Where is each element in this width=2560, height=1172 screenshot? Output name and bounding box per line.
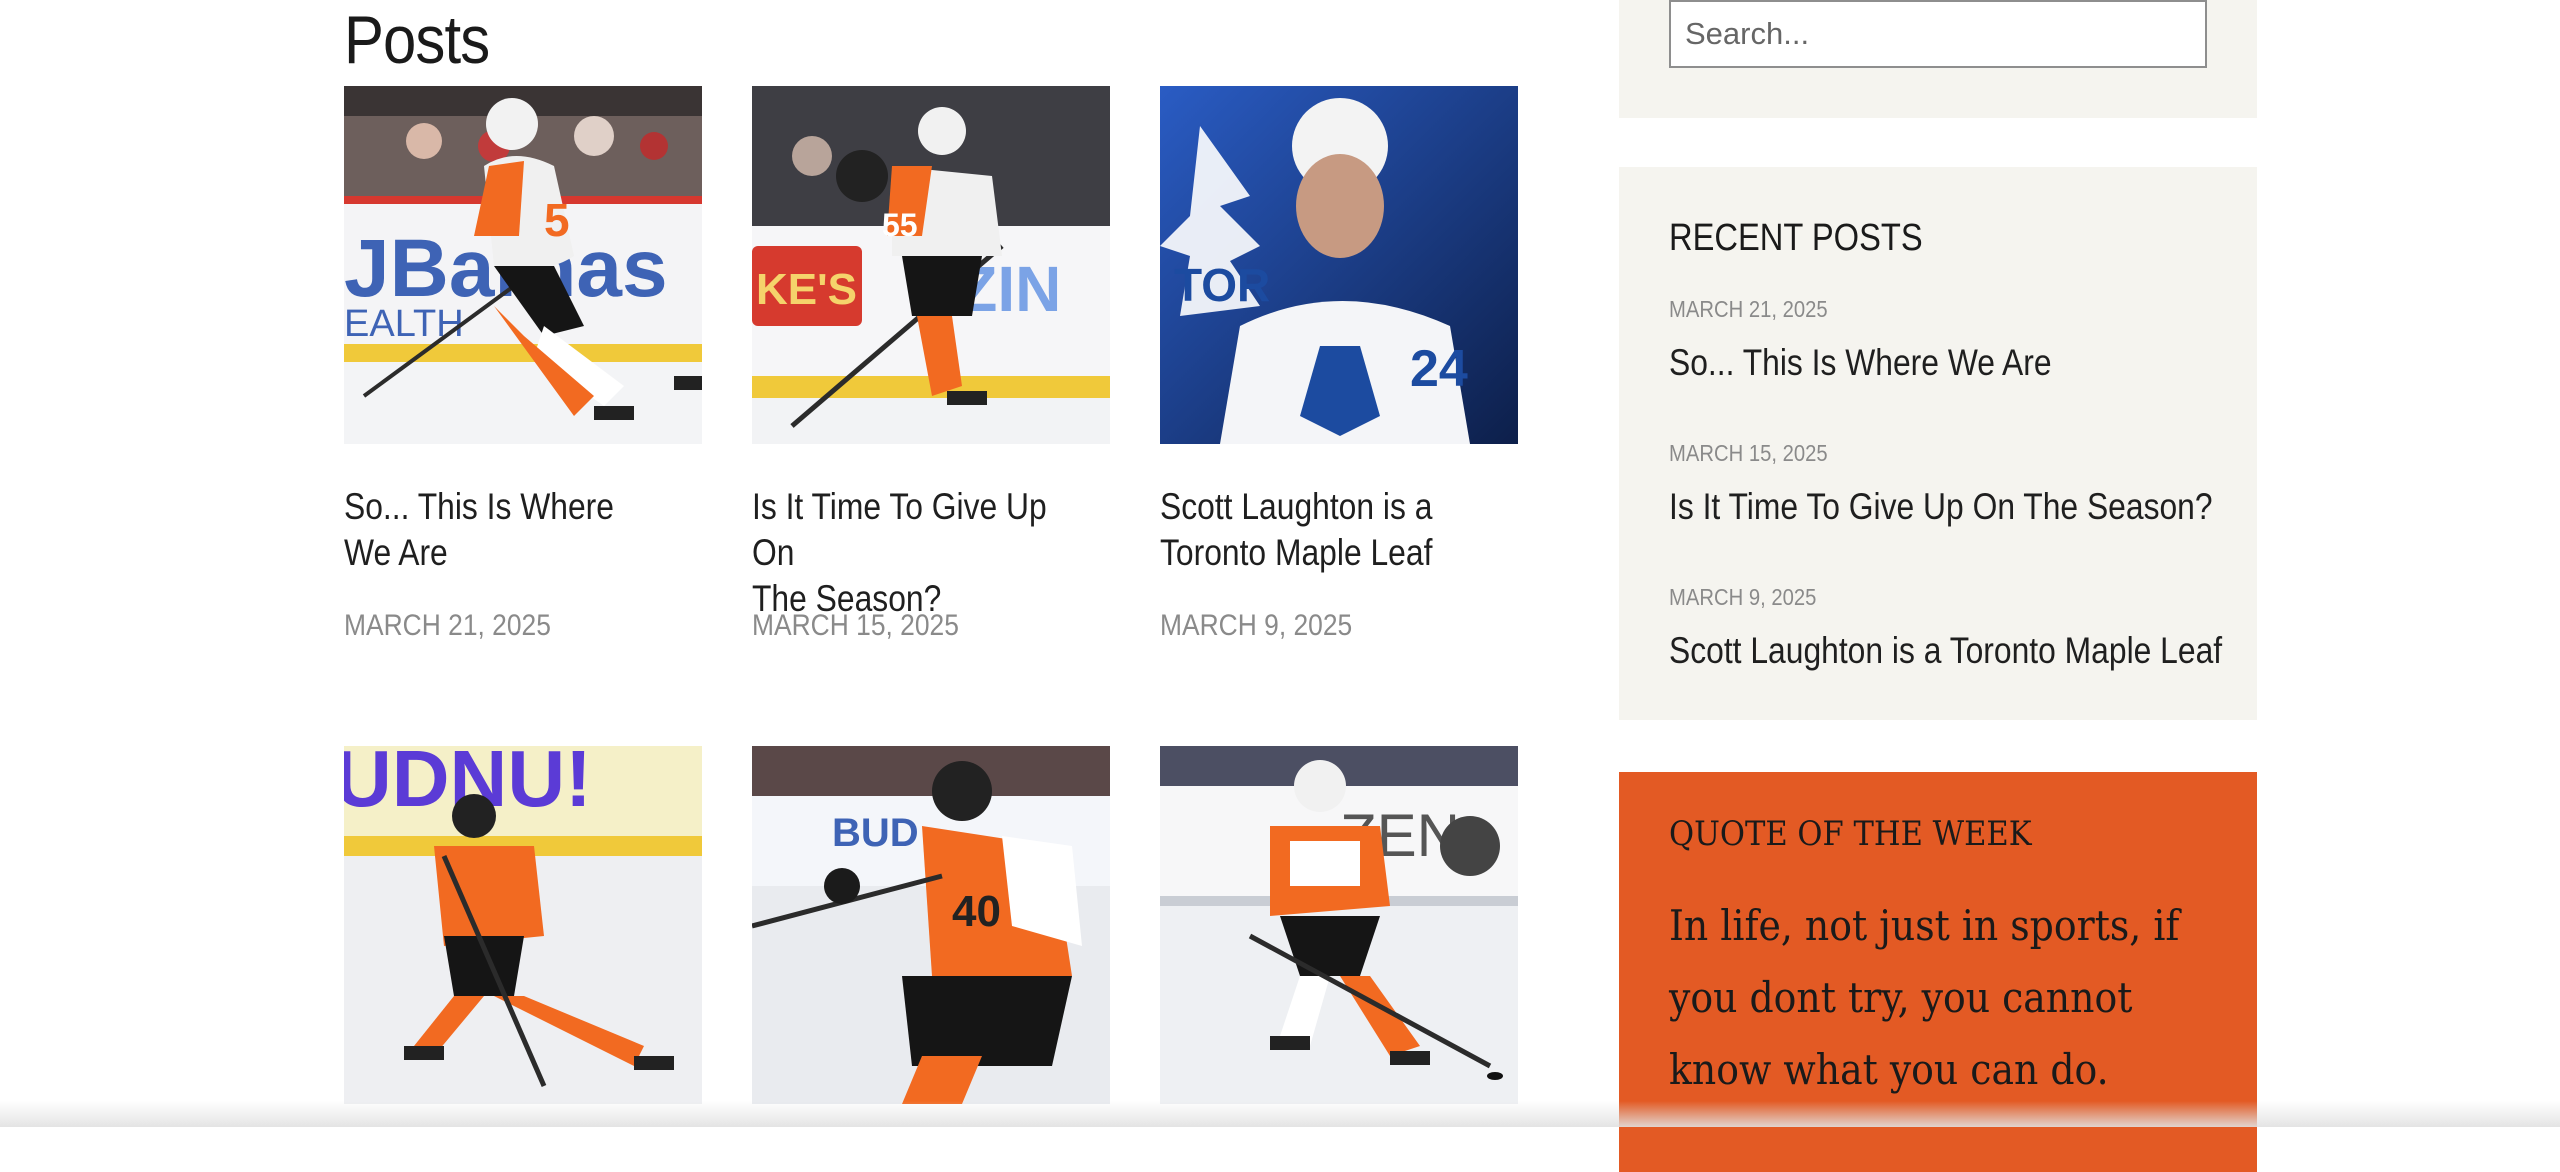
- post-date: MARCH 9, 2025: [1160, 609, 1353, 642]
- recent-post-link[interactable]: So... This Is Where We Are: [1669, 341, 2151, 385]
- post-thumbnail[interactable]: UDNU!: [344, 746, 702, 1104]
- hockey-player-image: TOR 24: [1160, 86, 1518, 444]
- post-card: JBarnas EALTH 5 So... This Is Where We A…: [344, 86, 702, 642]
- quote-of-the-week-widget: QUOTE OF THE WEEK In life, not just in s…: [1619, 772, 2257, 1172]
- hockey-player-image: JBarnas EALTH 5: [344, 86, 702, 444]
- post-card: KE'S AZIN 55 Is It Time To Give Up On Th…: [752, 86, 1110, 642]
- svg-text:40: 40: [952, 887, 1001, 936]
- search-widget: [1619, 0, 2257, 118]
- page-title: Posts: [344, 2, 490, 78]
- recent-posts-widget: RECENT POSTS MARCH 21, 2025 So... This I…: [1619, 167, 2257, 720]
- quote-text: In life, not just in sports, if you dont…: [1669, 901, 2180, 1094]
- svg-text:TOR: TOR: [1174, 259, 1270, 311]
- post-card: TOR 24 Scott Laughton is a Toronto Maple…: [1160, 86, 1518, 642]
- post-thumbnail[interactable]: KE'S AZIN 55: [752, 86, 1110, 444]
- post-date: MARCH 15, 2025: [752, 609, 959, 642]
- post-title-link[interactable]: Scott Laughton is a Toronto Maple Leaf: [1160, 484, 1504, 576]
- recent-post-date: MARCH 9, 2025: [1669, 584, 1817, 610]
- quote-heading: QUOTE OF THE WEEK: [1669, 814, 2032, 854]
- hockey-player-image: BUD 40: [752, 746, 1110, 1104]
- post-title-line: Scott Laughton is a: [1160, 486, 1433, 527]
- recent-post-item: MARCH 15, 2025 Is It Time To Give Up On …: [1669, 439, 2229, 529]
- svg-text:55: 55: [882, 207, 918, 243]
- recent-post-link[interactable]: Scott Laughton is a Toronto Maple Leaf: [1669, 629, 2222, 673]
- recent-post-link[interactable]: Is It Time To Give Up On The Season?: [1669, 485, 2213, 529]
- post-thumbnail[interactable]: TOR 24: [1160, 86, 1518, 444]
- recent-posts-heading: RECENT POSTS: [1669, 217, 1923, 259]
- post-title-line: Toronto Maple Leaf: [1160, 532, 1433, 573]
- search-input[interactable]: [1669, 0, 2207, 68]
- recent-post-date: MARCH 21, 2025: [1669, 296, 1828, 322]
- post-card: BUD 40: [752, 746, 1110, 1104]
- hockey-player-image: KE'S AZIN 55: [752, 86, 1110, 444]
- post-card: UDNU!: [344, 746, 702, 1104]
- post-thumbnail[interactable]: BUD 40: [752, 746, 1110, 1104]
- svg-text:24: 24: [1410, 340, 1468, 398]
- post-title-line: So... This Is Where: [344, 486, 614, 527]
- recent-post-item: MARCH 21, 2025 So... This Is Where We Ar…: [1669, 295, 2229, 385]
- svg-text:KE'S: KE'S: [756, 265, 857, 314]
- post-title-line: Is It Time To Give Up On: [752, 486, 1047, 573]
- post-title-line: We Are: [344, 532, 448, 573]
- svg-text:BUD: BUD: [832, 811, 919, 855]
- svg-text:EALTH: EALTH: [344, 303, 464, 345]
- post-title-link[interactable]: So... This Is Where We Are: [344, 484, 688, 576]
- post-thumbnail[interactable]: ZEN: [1160, 746, 1518, 1104]
- post-card: ZEN: [1160, 746, 1518, 1104]
- hockey-player-image: ZEN: [1160, 746, 1518, 1104]
- post-date: MARCH 21, 2025: [344, 609, 551, 642]
- recent-post-item: MARCH 9, 2025 Scott Laughton is a Toront…: [1669, 583, 2229, 673]
- hockey-player-image: UDNU!: [344, 746, 702, 1104]
- post-thumbnail[interactable]: JBarnas EALTH 5: [344, 86, 702, 444]
- post-title-link[interactable]: Is It Time To Give Up On The Season?: [752, 484, 1096, 622]
- svg-text:5: 5: [544, 194, 570, 246]
- recent-post-date: MARCH 15, 2025: [1669, 440, 1828, 466]
